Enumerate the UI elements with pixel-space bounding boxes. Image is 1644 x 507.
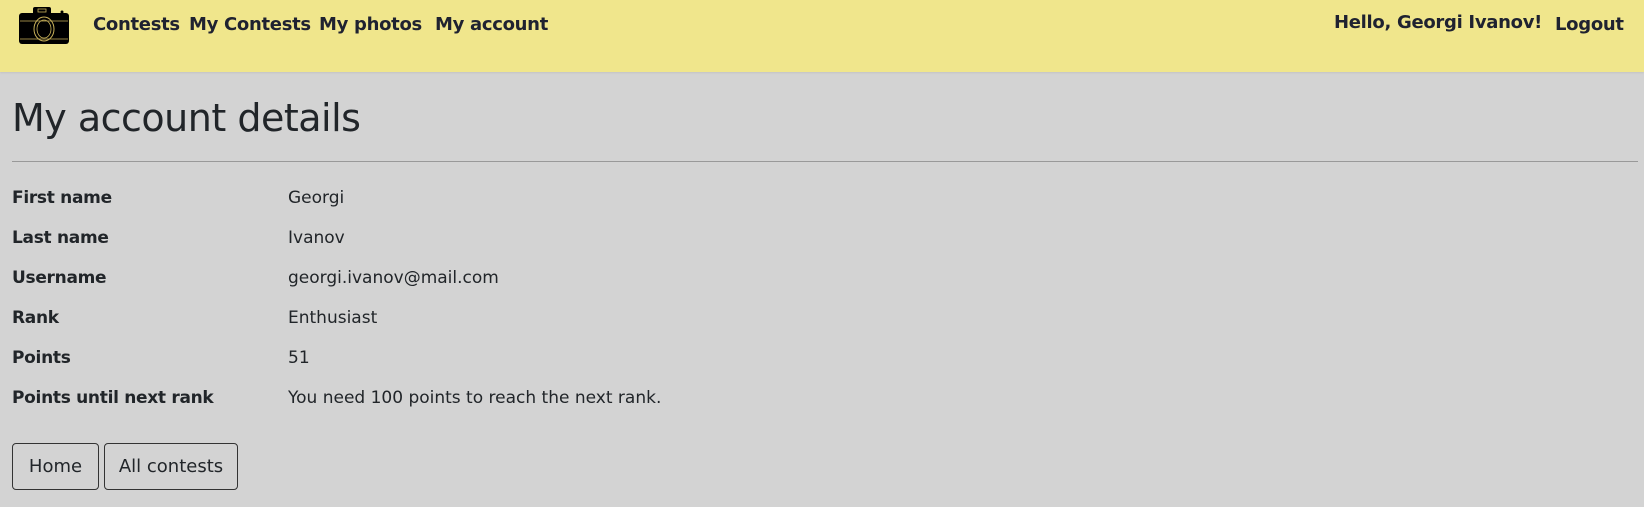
all-contests-button[interactable]: All contests	[104, 443, 238, 490]
detail-value: Ivanov	[288, 228, 345, 248]
detail-value: You need 100 points to reach the next ra…	[288, 388, 662, 408]
divider	[12, 161, 1638, 162]
detail-label: First name	[12, 188, 112, 208]
logout-link[interactable]: Logout	[1555, 14, 1624, 35]
detail-label: Last name	[12, 228, 109, 248]
detail-label: Points	[12, 348, 71, 368]
camera-logo-icon[interactable]	[19, 4, 69, 46]
greeting: Hello, Georgi Ivanov!	[1334, 12, 1543, 33]
nav-my-photos[interactable]: My photos	[319, 14, 422, 35]
detail-value: 51	[288, 348, 310, 368]
detail-value: Georgi	[288, 188, 345, 208]
detail-value: georgi.ivanov@mail.com	[288, 268, 499, 288]
home-button[interactable]: Home	[12, 443, 99, 490]
detail-label: Points until next rank	[12, 388, 214, 408]
nav-my-contests[interactable]: My Contests	[189, 14, 311, 35]
detail-value: Enthusiast	[288, 308, 378, 328]
navbar: Contests My Contests My photos My accoun…	[0, 0, 1644, 72]
nav-contests[interactable]: Contests	[93, 14, 180, 35]
detail-label: Rank	[12, 308, 59, 328]
page-title: My account details	[12, 96, 361, 140]
detail-label: Username	[12, 268, 107, 288]
nav-my-account[interactable]: My account	[435, 14, 548, 35]
